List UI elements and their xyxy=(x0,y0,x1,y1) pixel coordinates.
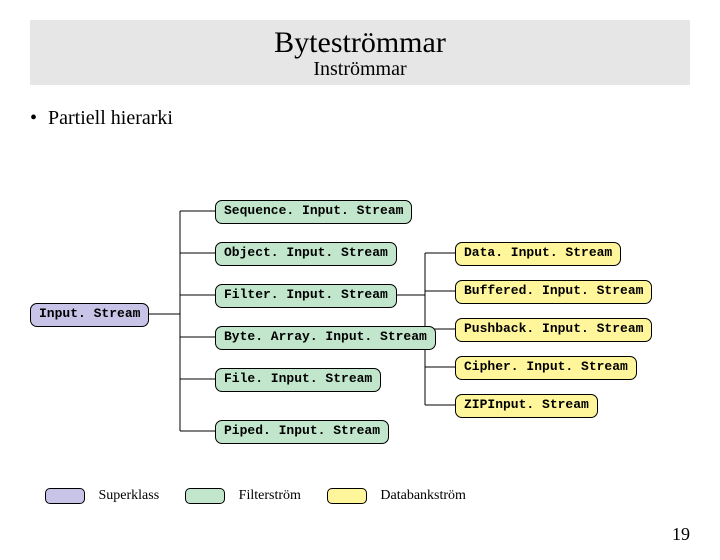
title-block: Byteströmmar Inströmmar xyxy=(30,20,690,85)
legend-item-filterstream: Filterström xyxy=(185,488,301,504)
legend: Superklass Filterström Databankström xyxy=(45,488,466,504)
node-filter-input-stream: Filter. Input. Stream xyxy=(215,284,397,308)
legend-item-databankstream: Databankström xyxy=(327,488,466,504)
page-subtitle: Inströmmar xyxy=(30,58,690,81)
node-piped-input-stream: Piped. Input. Stream xyxy=(215,420,389,444)
node-pushback-input-stream: Pushback. Input. Stream xyxy=(455,318,652,342)
node-bytearray-input-stream: Byte. Array. Input. Stream xyxy=(215,326,436,350)
swatch-databankstream xyxy=(327,488,367,504)
legend-label-filterstream: Filterström xyxy=(239,488,301,503)
legend-item-superclass: Superklass xyxy=(45,488,159,504)
swatch-superclass xyxy=(45,488,85,504)
node-object-input-stream: Object. Input. Stream xyxy=(215,242,397,266)
legend-label-databankstream: Databankström xyxy=(380,488,466,503)
page-title: Byteströmmar xyxy=(30,26,690,60)
node-data-input-stream: Data. Input. Stream xyxy=(455,242,621,266)
node-file-input-stream: File. Input. Stream xyxy=(215,368,381,392)
node-cipher-input-stream: Cipher. Input. Stream xyxy=(455,356,637,380)
legend-label-superclass: Superklass xyxy=(99,488,160,503)
node-zip-input-stream: ZIPInput. Stream xyxy=(455,394,598,418)
hierarchy-diagram: Input. Stream Sequence. Input. Stream Ob… xyxy=(30,195,690,475)
bullet-item: Partiell hierarki xyxy=(30,107,720,130)
node-input-stream: Input. Stream xyxy=(30,303,149,327)
node-sequence-input-stream: Sequence. Input. Stream xyxy=(215,200,412,224)
page-number: 19 xyxy=(672,524,690,545)
swatch-filterstream xyxy=(185,488,225,504)
node-buffered-input-stream: Buffered. Input. Stream xyxy=(455,280,652,304)
